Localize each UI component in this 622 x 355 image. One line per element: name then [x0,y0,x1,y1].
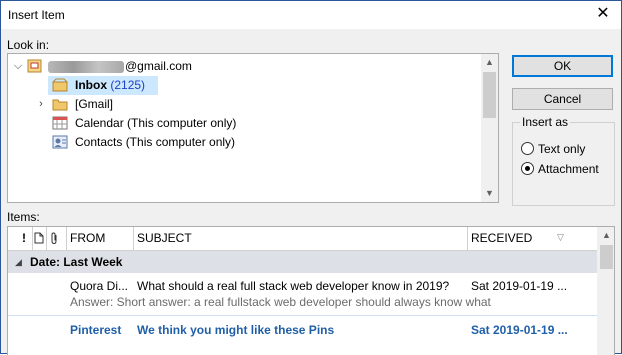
account-email-suffix: @gmail.com [125,59,192,73]
close-button[interactable]: ✕ [585,1,621,29]
message-from: Quora Di... [70,279,129,293]
column-icon[interactable] [33,227,47,250]
message-preview: Answer: Short answer: a real fullstack w… [70,295,491,309]
message-received: Sat 2019-01-19 ... [471,279,568,293]
chevron-down-icon[interactable]: ⌵ [12,57,24,76]
insert-as-title: Insert as [520,115,571,129]
inbox-label: Inbox [75,78,107,92]
tree-item-calendar[interactable]: Calendar (This computer only) [52,114,272,133]
scroll-thumb[interactable] [600,245,613,269]
ok-button[interactable]: OK [512,55,613,77]
message-from: Pinterest [70,323,122,337]
radio-attachment-label: Attachment [538,162,599,176]
tree-item-contacts[interactable]: Contacts (This computer only) [52,133,272,152]
calendar-icon [52,116,68,130]
column-from[interactable]: FROM [67,227,134,250]
scroll-up-icon[interactable]: ▲ [481,54,498,71]
column-subject[interactable]: SUBJECT [134,227,468,250]
close-icon: ✕ [596,5,610,22]
paperclip-icon [51,232,57,245]
inbox-count: (2125) [110,78,146,92]
document-icon [34,232,44,244]
calendar-folder-label: Calendar (This computer only) [75,116,237,130]
message-subject: We think you might like these Pins [137,323,335,337]
look-in-label: Look in: [7,38,50,52]
scroll-down-icon[interactable]: ▼ [481,185,498,202]
group-header-label: Date: Last Week [30,255,123,269]
folder-icon [52,99,68,111]
column-header: ! FROM SUBJECT RECEIVED ▽ [8,227,598,251]
tree-item-account[interactable]: ⌵ @gmail.com [8,57,478,76]
items-list[interactable]: ! FROM SUBJECT RECEIVED ▽ ◢ Date: Last W… [7,226,615,355]
gmail-folder-label: [Gmail] [75,97,114,111]
title-bar: Insert Item ✕ [1,1,621,29]
redacted-account-name [48,60,124,73]
message-received: Sat 2019-01-19 ... [471,323,568,337]
tree-item-inbox[interactable]: Inbox (2125) [48,76,158,95]
chevron-right-icon[interactable]: › [35,95,47,114]
radio-text-only-label: Text only [538,142,586,156]
collapse-caret-icon[interactable]: ◢ [15,251,22,273]
mailbox-icon [27,59,42,73]
window-title: Insert Item [8,8,65,22]
row-divider [8,315,598,316]
table-row[interactable]: Quora Di... What should a real full stac… [8,279,598,311]
scroll-up-icon[interactable]: ▲ [598,227,614,244]
column-attachment[interactable] [47,227,67,250]
radio-circle-selected[interactable] [521,162,534,175]
message-subject: What should a real full stack web develo… [137,279,450,293]
scroll-thumb[interactable] [483,72,496,118]
column-received[interactable]: RECEIVED [468,227,598,250]
insert-item-dialog: Insert Item ✕ Look in: ⌵ @gmail.com Inbo… [0,0,622,355]
tree-item-gmail[interactable]: › [Gmail] [32,95,232,114]
radio-circle[interactable] [521,142,534,155]
sort-descending-icon[interactable]: ▽ [557,232,564,243]
column-importance[interactable]: ! [20,227,33,250]
contacts-icon [52,135,68,149]
group-header-last-week[interactable]: ◢ Date: Last Week [8,251,598,273]
contacts-folder-label: Contacts (This computer only) [75,135,236,149]
table-row[interactable]: Pinterest We think you might like these … [8,323,598,339]
items-label: Items: [7,210,40,224]
inbox-icon [52,78,68,92]
folder-tree[interactable]: ⌵ @gmail.com Inbox (2125) › [Gmail] Cale… [7,53,499,203]
cancel-button[interactable]: Cancel [512,88,613,110]
folder-tree-scrollbar[interactable]: ▲ ▼ [481,54,498,202]
insert-as-group: Insert as Text only Attachment [512,115,615,206]
items-scrollbar[interactable]: ▲ [597,227,614,355]
